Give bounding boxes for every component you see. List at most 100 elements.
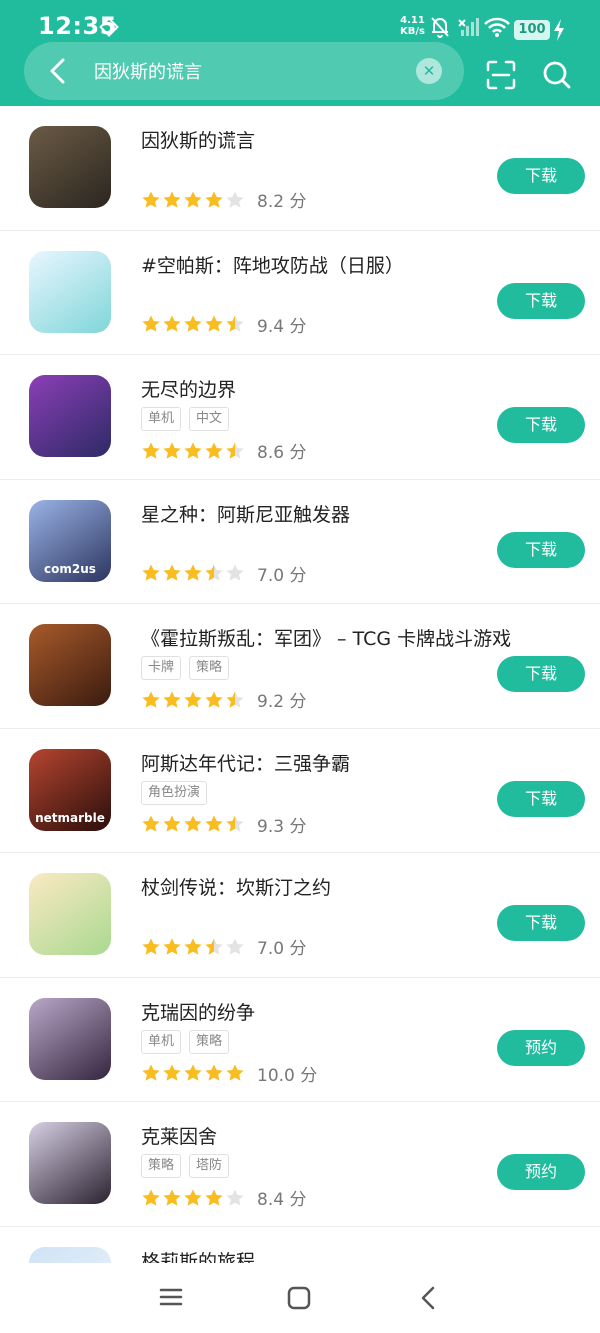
- signal-icon: [458, 18, 479, 36]
- star-icon: [226, 815, 244, 832]
- app-score: 8.2 分: [257, 192, 307, 212]
- app-list-item[interactable]: netmarble 阿斯达年代记：三强争霸 角色扮演 9.3 分 下载: [0, 729, 600, 853]
- star-icon: [142, 1189, 160, 1206]
- search-bar: ✕: [24, 42, 464, 100]
- app-tag: 卡牌: [141, 656, 182, 680]
- app-tag: 单机: [141, 407, 182, 431]
- star-icon: [163, 1189, 181, 1206]
- app-name[interactable]: 《霍拉斯叛乱：军团》 – TCG 卡牌战斗游戏: [141, 624, 511, 651]
- app-tag: 塔防: [189, 1154, 230, 1178]
- navigation-bar: [0, 1263, 600, 1333]
- app-icon[interactable]: [29, 873, 111, 955]
- star-icon: [226, 315, 244, 332]
- app-list-item[interactable]: 克莱因舍策略 塔防 8.4 分 预约: [0, 1102, 600, 1227]
- app-list-item[interactable]: 克瑞因的纷争 单机 策略 10.0 分 预约: [0, 978, 600, 1102]
- home-icon[interactable]: [286, 1285, 312, 1311]
- app-icon[interactable]: com2us: [29, 499, 111, 582]
- app-score: 9.3 分: [257, 816, 307, 837]
- star-rating: [141, 1188, 245, 1208]
- app-name[interactable]: 星之种：阿斯尼亚触发器: [141, 500, 350, 527]
- app-score: 7.0 分: [257, 565, 307, 586]
- star-icon: [205, 315, 223, 332]
- star-icon: [226, 1064, 244, 1081]
- reserve-button[interactable]: 预约: [497, 1154, 585, 1190]
- network-speed: 4.11 KB/s: [400, 15, 425, 37]
- app-icon[interactable]: [29, 375, 111, 457]
- app-list-item[interactable]: 无尽的边界 单机 中文 8.6 分 下载: [0, 355, 600, 480]
- star-icon: [226, 691, 244, 708]
- app-icon[interactable]: [29, 126, 111, 208]
- app-score: 7.0 分: [257, 939, 307, 959]
- star-icon: [184, 938, 202, 955]
- header: 12:35 4.11 KB/s 100 因狄斯的谎言 ✕: [0, 0, 600, 106]
- star-icon: [205, 1189, 223, 1206]
- app-name[interactable]: 因狄斯的谎言: [141, 126, 255, 153]
- app-name[interactable]: 克莱因舍: [141, 1122, 217, 1149]
- star-icon: [142, 691, 160, 708]
- app-icon[interactable]: [29, 624, 111, 706]
- menu-icon[interactable]: [158, 1285, 184, 1309]
- star-icon: [205, 564, 223, 581]
- clear-icon[interactable]: ✕: [416, 58, 442, 84]
- download-button[interactable]: 下载: [497, 531, 585, 568]
- charging-bolt-icon: [554, 19, 564, 41]
- app-icon[interactable]: [29, 250, 111, 333]
- app-rating: 8.2 分: [141, 187, 306, 212]
- app-icon-logo-text: com2us: [44, 561, 96, 576]
- star-icon: [142, 191, 160, 208]
- download-button[interactable]: 下载: [497, 656, 585, 692]
- star-icon: [142, 564, 160, 581]
- mute-bell-icon: [431, 17, 449, 38]
- app-tags: 单机 策略: [141, 1029, 230, 1054]
- app-name[interactable]: 杖剑传说：坎斯汀之约: [141, 873, 331, 900]
- back-icon[interactable]: [416, 1285, 442, 1311]
- app-list-item[interactable]: com2us 星之种：阿斯尼亚触发器 7.0 分 下载: [0, 480, 600, 604]
- app-name[interactable]: 无尽的边界: [141, 375, 236, 402]
- download-button[interactable]: 下载: [497, 905, 585, 941]
- battery-level: 100: [514, 20, 550, 40]
- search-input[interactable]: [94, 56, 394, 86]
- app-icon-logo-text: netmarble: [35, 810, 105, 825]
- app-icon[interactable]: netmarble: [29, 748, 111, 831]
- app-name[interactable]: 阿斯达年代记：三强争霸: [141, 749, 350, 776]
- app-tag: 角色扮演: [141, 780, 208, 805]
- app-list-item[interactable]: #空帕斯：阵地攻防战（日服） 9.4 分 下载: [0, 231, 600, 355]
- star-rating: [141, 441, 245, 461]
- star-icon: [205, 191, 223, 208]
- star-icon: [184, 815, 202, 832]
- star-icon: [226, 1189, 244, 1206]
- app-score: 8.4 分: [257, 1190, 307, 1210]
- app-name[interactable]: #空帕斯：阵地攻防战（日服）: [141, 251, 404, 278]
- app-icon[interactable]: [29, 1122, 111, 1204]
- download-button[interactable]: 下载: [497, 780, 585, 817]
- download-button[interactable]: 下载: [497, 158, 585, 194]
- star-icon: [142, 815, 160, 832]
- back-arrow-icon[interactable]: [44, 56, 72, 86]
- reserve-button[interactable]: 预约: [497, 1029, 585, 1066]
- app-score: 9.4 分: [257, 316, 307, 337]
- star-icon: [226, 564, 244, 581]
- star-rating: [141, 314, 245, 334]
- star-icon: [163, 1064, 181, 1081]
- star-icon: [163, 691, 181, 708]
- app-tag: 策略: [189, 656, 230, 680]
- star-rating: [141, 937, 245, 957]
- star-rating: [141, 563, 245, 583]
- app-tag: 策略: [141, 1154, 182, 1178]
- star-icon: [163, 564, 181, 581]
- app-name[interactable]: 克瑞因的纷争: [141, 998, 255, 1025]
- download-button[interactable]: 下载: [497, 282, 585, 319]
- app-score: 8.6 分: [257, 443, 307, 463]
- app-list-item[interactable]: 杖剑传说：坎斯汀之约 7.0 分 下载: [0, 853, 600, 978]
- app-list-item[interactable]: 《霍拉斯叛乱：军团》 – TCG 卡牌战斗游戏 卡牌 策略 9.2 分 下载: [0, 604, 600, 729]
- app-rating: 9.3 分: [141, 812, 306, 837]
- star-rating: [141, 190, 245, 210]
- app-rating: 8.4 分: [141, 1185, 306, 1210]
- scan-icon[interactable]: [486, 60, 516, 90]
- app-icon[interactable]: [29, 997, 111, 1080]
- app-score: 9.2 分: [257, 692, 307, 712]
- app-list-item[interactable]: 因狄斯的谎言 8.2 分 下载: [0, 106, 600, 231]
- search-icon[interactable]: [542, 60, 572, 90]
- download-button[interactable]: 下载: [497, 407, 585, 443]
- star-icon: [184, 191, 202, 208]
